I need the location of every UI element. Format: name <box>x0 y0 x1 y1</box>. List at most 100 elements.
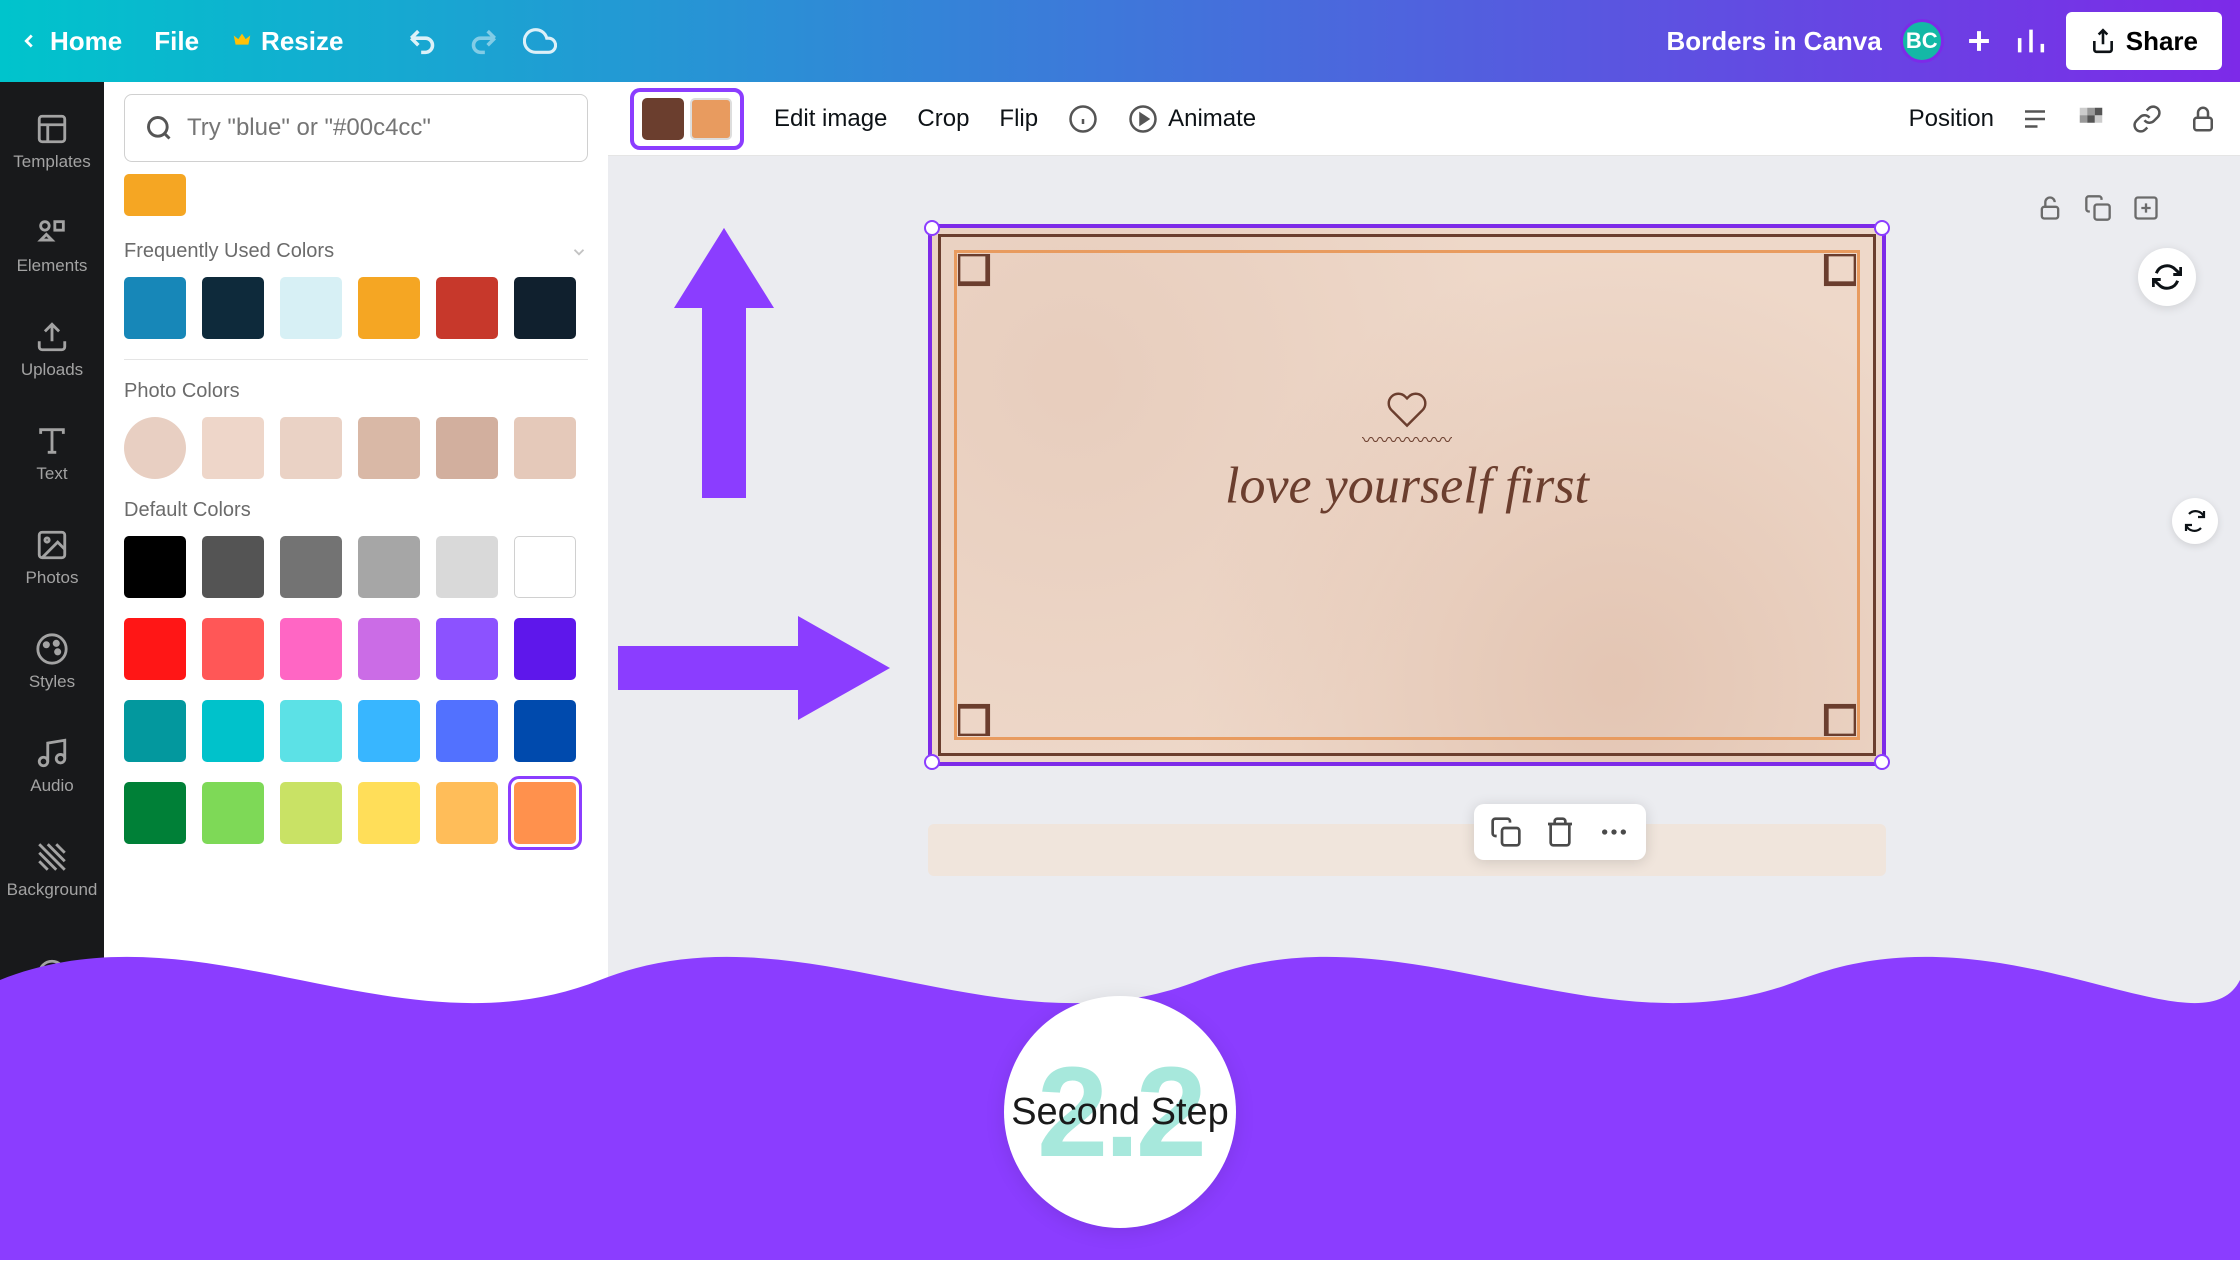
flip-button[interactable]: Flip <box>999 105 1038 133</box>
design-page[interactable]: 〰〰〰〰〰 love yourself first <box>928 224 1886 766</box>
color-swatch[interactable] <box>124 277 186 339</box>
resize-handle[interactable] <box>1874 754 1890 770</box>
home-label: Home <box>50 26 122 57</box>
file-menu[interactable]: File <box>154 26 199 57</box>
color-swatch[interactable] <box>202 782 264 844</box>
share-button[interactable]: Share <box>2066 12 2222 70</box>
left-rail: Templates Elements Uploads Text Photos S… <box>0 82 104 1260</box>
color-swatch[interactable] <box>202 700 264 762</box>
edit-image-button[interactable]: Edit image <box>774 105 887 133</box>
color-swatch[interactable] <box>514 782 576 844</box>
rail-templates[interactable]: Templates <box>0 90 104 194</box>
lock-icon[interactable] <box>2188 104 2218 134</box>
crop-button[interactable]: Crop <box>917 105 969 133</box>
rail-photos[interactable]: Photos <box>0 506 104 610</box>
color-swatch-orange[interactable] <box>690 98 732 140</box>
resize-handle[interactable] <box>924 220 940 236</box>
color-swatch-brown[interactable] <box>642 98 684 140</box>
color-swatch[interactable] <box>358 417 420 479</box>
color-swatch[interactable] <box>514 700 576 762</box>
color-swatch[interactable] <box>514 277 576 339</box>
color-swatch[interactable] <box>124 700 186 762</box>
color-swatch[interactable] <box>514 536 576 598</box>
color-swatch[interactable] <box>436 782 498 844</box>
color-swatch[interactable] <box>280 536 342 598</box>
resize-handle[interactable] <box>924 754 940 770</box>
regenerate-button[interactable] <box>2138 248 2196 306</box>
color-swatch[interactable] <box>202 277 264 339</box>
color-swatch[interactable] <box>514 618 576 680</box>
color-swatch[interactable] <box>358 277 420 339</box>
element-color-swatches[interactable] <box>630 88 744 150</box>
color-swatch[interactable] <box>358 700 420 762</box>
document-color-swatch[interactable] <box>124 174 186 216</box>
add-page-icon[interactable] <box>2132 194 2160 222</box>
home-button[interactable]: Home <box>18 26 122 57</box>
pages-icon[interactable]: 1 <box>2074 1214 2104 1244</box>
rail-elements[interactable]: Elements <box>0 194 104 298</box>
color-swatch[interactable] <box>280 700 342 762</box>
search-input[interactable] <box>187 114 567 142</box>
undo-icon[interactable] <box>407 24 441 58</box>
color-swatch[interactable] <box>436 417 498 479</box>
delete-icon[interactable] <box>1544 816 1576 848</box>
color-swatch[interactable] <box>124 618 186 680</box>
color-swatch[interactable] <box>280 277 342 339</box>
color-swatch[interactable] <box>436 536 498 598</box>
duplicate-page-icon[interactable] <box>2084 194 2112 222</box>
color-swatch[interactable] <box>280 417 342 479</box>
corner-decoration <box>958 254 1012 308</box>
resize-handle[interactable] <box>1874 220 1890 236</box>
rail-audio[interactable]: Audio <box>0 714 104 818</box>
document-title[interactable]: Borders in Canva <box>1666 26 1881 57</box>
rail-more[interactable] <box>0 922 104 1026</box>
color-swatch[interactable] <box>358 782 420 844</box>
info-icon[interactable] <box>1068 104 1098 134</box>
chevron-down-icon[interactable] <box>570 243 588 261</box>
color-swatch[interactable] <box>124 536 186 598</box>
link-icon[interactable] <box>2132 104 2162 134</box>
rail-text[interactable]: Text <box>0 402 104 506</box>
color-swatch[interactable] <box>124 782 186 844</box>
color-swatch[interactable] <box>280 618 342 680</box>
insights-icon[interactable] <box>2014 24 2048 58</box>
bottom-bar: Notes 1 <box>608 1196 2240 1260</box>
color-swatch[interactable] <box>436 277 498 339</box>
redo-icon[interactable] <box>465 24 499 58</box>
color-search-box[interactable] <box>124 94 588 162</box>
color-swatch[interactable] <box>124 417 186 479</box>
color-swatch[interactable] <box>436 618 498 680</box>
color-swatch[interactable] <box>202 618 264 680</box>
layers-icon[interactable] <box>2020 104 2050 134</box>
help-icon[interactable] <box>2182 1214 2212 1244</box>
color-swatch[interactable] <box>202 417 264 479</box>
resize-button[interactable]: Resize <box>231 26 343 57</box>
rail-background[interactable]: Background <box>0 818 104 922</box>
unlock-page-icon[interactable] <box>2036 194 2064 222</box>
rail-uploads[interactable]: Uploads <box>0 298 104 402</box>
cloud-sync-icon[interactable] <box>523 24 557 58</box>
color-swatch[interactable] <box>358 536 420 598</box>
color-swatch[interactable] <box>436 700 498 762</box>
duplicate-icon[interactable] <box>1490 816 1522 848</box>
more-options-icon[interactable] <box>1598 816 1630 848</box>
sync-icon <box>2183 509 2207 533</box>
color-swatch[interactable] <box>280 782 342 844</box>
fullscreen-icon[interactable] <box>2128 1214 2158 1244</box>
add-member-icon[interactable] <box>1962 24 1996 58</box>
color-swatch[interactable] <box>358 618 420 680</box>
annotation-arrow-up <box>654 228 794 498</box>
transparency-icon[interactable] <box>2076 104 2106 134</box>
animate-button[interactable]: Animate <box>1128 104 1256 134</box>
color-swatch[interactable] <box>514 417 576 479</box>
sync-button[interactable] <box>2172 498 2218 544</box>
position-button[interactable]: Position <box>1909 105 1994 133</box>
photos-icon <box>35 528 69 562</box>
animate-icon <box>1128 104 1158 134</box>
add-palette-button[interactable]: Add another p... <box>104 1191 608 1260</box>
default-colors-title: Default Colors <box>124 499 588 522</box>
user-avatar[interactable]: BC <box>1900 19 1944 63</box>
rail-styles[interactable]: Styles <box>0 610 104 714</box>
color-swatch[interactable] <box>202 536 264 598</box>
notes-button[interactable]: Notes <box>636 1215 737 1243</box>
